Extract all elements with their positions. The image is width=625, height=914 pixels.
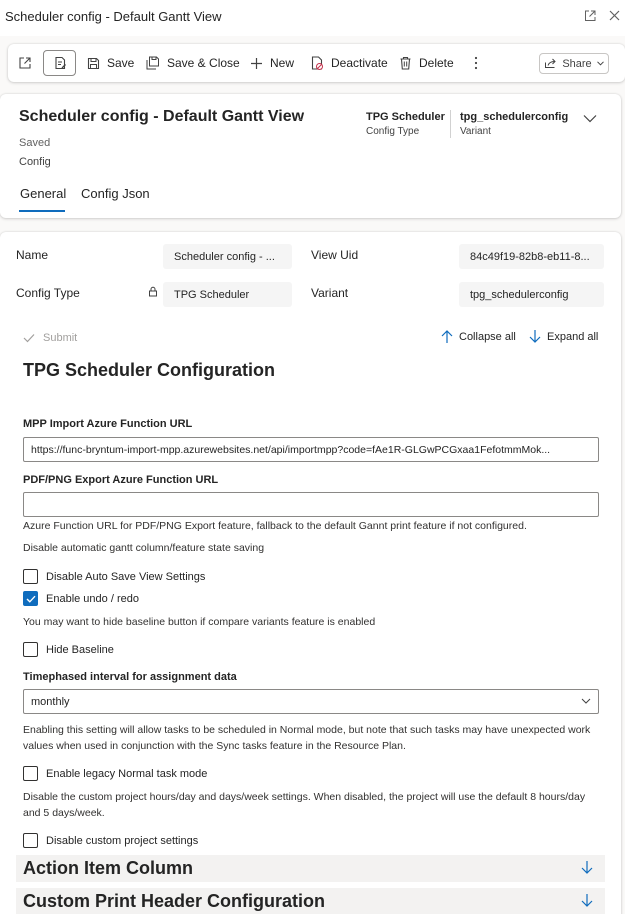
pdf-url-help: Azure Function URL for PDF/PNG Export fe… [23,520,527,532]
save-button[interactable]: Save [87,44,134,82]
undo-checkbox[interactable] [23,591,38,606]
expand-all-label: Expand all [547,330,599,343]
chevron-down-icon [596,61,604,66]
header-divider [450,110,451,138]
deactivate-label: Deactivate [331,56,388,70]
autosave-checkbox-label: Disable Auto Save View Settings [46,570,206,583]
expand-all-button[interactable]: Expand all [529,329,598,344]
record-title-separator: - [298,110,303,126]
arrow-down-icon [581,861,593,874]
legacy-help: Enabling this setting will allow tasks t… [23,724,591,752]
view-uid-label: View Uid [311,248,359,262]
collapse-all-button[interactable]: Collapse all [441,329,516,344]
share-label: Share [562,57,592,70]
baseline-help: You may want to hide baseline button if … [23,616,376,628]
open-new-window-button[interactable] [18,44,32,82]
form-edit-icon [54,56,66,70]
arrow-up-icon [441,330,453,343]
submit-label: Submit [43,332,78,344]
mpp-url-label: MPP Import Azure Function URL [23,418,193,430]
timephased-select[interactable]: monthly [23,689,599,714]
config-title: TPG Scheduler Configuration [23,360,276,380]
lock-icon [148,286,158,300]
mpp-url-input[interactable]: https://func-bryntum-import-mpp.azureweb… [23,437,599,462]
share-button[interactable]: Share [539,53,609,74]
save-label: Save [107,56,135,70]
name-label: Name [16,248,49,262]
baseline-checkbox-label: Hide Baseline [46,643,114,656]
checkmark-icon [23,334,35,343]
more-vertical-icon [474,56,478,70]
entity-name: Config [19,156,51,168]
variant-field[interactable]: tpg_schedulerconfig [459,282,604,307]
save-icon [87,57,100,69]
variant-label: Variant [311,286,349,300]
pdf-url-input[interactable] [23,492,599,517]
tab-config-json[interactable]: Config Json [81,186,150,201]
delete-button[interactable]: Delete [399,44,454,82]
header-variant-value: tpg_schedulerconfig [460,111,569,123]
name-field[interactable]: Scheduler config - ... [163,244,292,269]
section-title: Action Item Column [23,858,193,878]
arrow-down-icon [529,330,541,343]
undo-checkbox-row[interactable]: Enable undo / redo [23,591,139,606]
legacy-checkbox-label: Enable legacy Normal task mode [46,767,208,780]
tab-general[interactable]: General [20,186,66,201]
custom-settings-checkbox-label: Disable custom project settings [46,834,199,847]
trash-icon [400,56,411,70]
general-form: Name Scheduler config - ... View Uid 84c… [0,232,621,914]
window-title: Scheduler config - Default Gantt View [5,9,222,24]
section-title: Custom Print Header Configuration [23,891,326,911]
view-uid-field[interactable]: 84c49f19-82b8-eb11-8... [459,244,604,269]
section-action-item-column[interactable]: Action Item Column [16,855,605,882]
autosave-help: Disable automatic gantt column/feature s… [23,542,265,554]
pdf-url-label: PDF/PNG Export Azure Function URL [23,474,219,486]
more-commands-button[interactable] [473,44,479,82]
share-icon [545,58,557,68]
autosave-checkbox-row[interactable]: Disable Auto Save View Settings [23,569,205,584]
chevron-down-icon [581,698,591,704]
legacy-checkbox-row[interactable]: Enable legacy Normal task mode [23,766,207,781]
config-type-label: Config Type [16,286,80,300]
checkmark-icon [26,595,36,603]
tab-selected-indicator [19,210,65,212]
timephased-value: monthly [31,695,70,708]
submit-button[interactable]: Submit [23,332,77,344]
timephased-label: Timephased interval for assignment data [23,671,237,683]
new-label: New [270,56,295,70]
baseline-checkbox-row[interactable]: Hide Baseline [23,642,114,657]
header-config-type-label: Config Type [366,126,420,137]
new-button[interactable]: New [250,44,294,82]
delete-label: Delete [419,56,454,70]
collapse-all-label: Collapse all [459,330,516,343]
expand-header-icon[interactable] [583,112,597,126]
section-custom-print-header[interactable]: Custom Print Header Configuration [16,888,605,914]
save-close-button[interactable]: Save & Close [146,44,240,82]
autosave-checkbox[interactable] [23,569,38,584]
save-close-icon [146,56,159,70]
popout-icon[interactable] [583,10,597,24]
deactivate-button[interactable]: Deactivate [310,44,388,82]
open-in-new-icon [19,57,31,69]
custom-settings-checkbox[interactable] [23,833,38,848]
header-variant-label: Variant [460,126,491,137]
form-view-button[interactable] [43,50,76,76]
baseline-checkbox[interactable] [23,642,38,657]
config-type-field: TPG Scheduler [163,282,292,307]
save-status: Saved [19,137,51,149]
record-header: Scheduler config - Default Gantt View - … [0,94,621,218]
save-close-label: Save & Close [167,56,240,70]
custom-settings-checkbox-row[interactable]: Disable custom project settings [23,833,198,848]
close-icon[interactable] [607,10,621,24]
command-bar: Save Save & Close New Deactivate Delete … [8,44,625,82]
record-title: Scheduler config - Default Gantt View [19,108,305,125]
arrow-down-icon [581,894,593,907]
undo-checkbox-label: Enable undo / redo [46,592,139,605]
header-config-type-value: TPG Scheduler [366,111,445,123]
legacy-checkbox[interactable] [23,766,38,781]
deactivate-icon [311,56,323,70]
plus-icon [251,57,262,69]
window-titlebar: Scheduler config - Default Gantt View [0,0,625,36]
custom-settings-help: Disable the custom project hours/day and… [23,791,586,819]
